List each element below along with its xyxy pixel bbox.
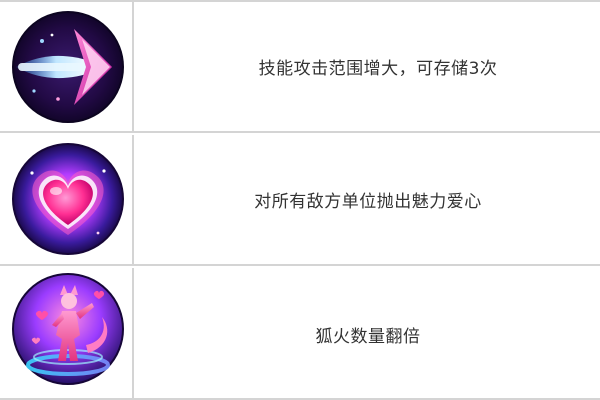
fox-fire-icon — [12, 273, 124, 385]
description-cell: 技能攻击范围增大，可存储3次 — [136, 2, 600, 131]
skill-row-heart: 对所有敌方单位抛出魅力爱心 — [0, 135, 600, 266]
skill-row-foxfire: 狐火数量翻倍 — [0, 268, 600, 400]
dash-arrow-icon — [12, 11, 124, 123]
skill-table: 技能攻击范围增大，可存储3次 对所有敌方单位抛出魅力爱心 狐火数量翻倍 — [0, 0, 600, 400]
description-cell: 对所有敌方单位抛出魅力爱心 — [136, 135, 600, 264]
charm-heart-icon — [12, 143, 124, 255]
icon-cell — [0, 2, 134, 131]
skill-row-dash: 技能攻击范围增大，可存储3次 — [0, 2, 600, 133]
icon-cell — [0, 268, 134, 400]
skill-description: 技能攻击范围增大，可存储3次 — [258, 59, 498, 79]
skill-description: 对所有敌方单位抛出魅力爱心 — [254, 192, 482, 212]
skill-description: 狐火数量翻倍 — [315, 326, 421, 347]
description-cell: 狐火数量翻倍 — [136, 268, 600, 400]
icon-cell — [0, 135, 134, 264]
